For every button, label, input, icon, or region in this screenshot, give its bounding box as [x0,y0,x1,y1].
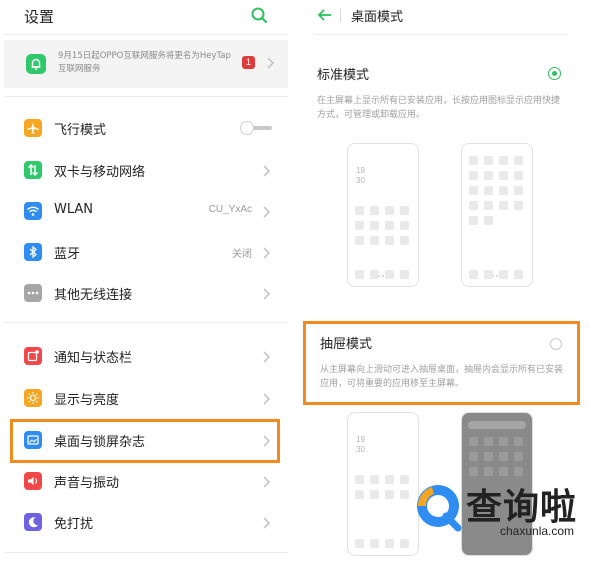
standard-preview-apps [461,143,533,287]
bluetooth-icon [24,243,42,261]
chevron-right-icon [262,245,272,264]
bell-icon [26,54,46,74]
drawer-preview-home: 19 30 [347,412,419,556]
wifi-icon [24,202,42,220]
watermark-url: chaxunla.com [500,524,575,538]
dual-sim-icon [24,161,42,179]
drawer-search-bar [468,421,526,429]
section-divider [4,96,288,97]
drawer-mode-radio[interactable] [550,338,562,350]
chevron-right-icon [266,55,276,74]
settings-panel: 设置 9月15日起OPPO互联网服务将更名为HeyTap互联网服务 1 飞行模式 [0,0,292,566]
setting-item-sound[interactable]: 声音与振动 [4,461,288,501]
airplane-mode-toggle[interactable] [240,121,272,135]
do-not-disturb-icon [24,513,42,531]
airplane-icon [24,119,42,137]
standard-mode-description: 在主屏幕上显示所有已安装应用，长按应用图标显示应用快捷方式，可管理或卸载应用。 [317,96,561,120]
setting-item-dual-sim[interactable]: 双卡与移动网络 [4,150,288,190]
preview-clock: 19 30 [356,435,365,454]
watermark: 查询啦 chaxunla.com [412,474,584,544]
setting-item-label: 显示与亮度 [54,393,120,408]
setting-item-display[interactable]: 显示与亮度 [4,378,288,418]
chevron-right-icon [262,515,272,534]
service-notice[interactable]: 9月15日起OPPO互联网服务将更名为HeyTap互联网服务 1 [4,40,288,88]
sound-icon [24,472,42,490]
bluetooth-status: 关闭 [232,249,252,260]
dock-icons [355,539,409,548]
dock-icons [355,270,409,279]
wlan-network-name: CU_YxAc [208,204,252,215]
unread-badge: 1 [242,56,255,69]
chevron-right-icon [262,391,272,410]
standard-mode-radio[interactable] [548,67,561,80]
chevron-right-icon [262,163,272,182]
chevron-right-icon [262,204,272,223]
setting-item-bluetooth[interactable]: 蓝牙 关闭 [4,232,288,272]
header-separator [340,8,341,22]
more-connections-icon [24,284,42,302]
header-divider [4,34,288,35]
setting-item-label: 其他无线连接 [54,288,133,303]
setting-item-label: 通知与状态栏 [54,351,133,366]
chevron-right-icon [262,474,272,493]
page-title: 桌面模式 [351,10,404,25]
preview-clock: 19 30 [356,166,365,185]
drawer-mode-description: 从主屏幕向上滑动可进入抽屉桌面，抽屉内会显示所有已安装应用，可将重要的应用移至主… [320,365,564,389]
notice-text: 9月15日起OPPO互联网服务将更名为HeyTap互联网服务 [58,51,231,74]
app-icon-grid [355,206,409,245]
app-icon-grid [469,437,523,476]
notification-icon [24,347,42,365]
setting-item-do-not-disturb[interactable]: 免打扰 [4,502,288,542]
setting-item-label: 声音与振动 [54,476,120,491]
chevron-right-icon [262,286,272,305]
drawer-mode-label[interactable]: 抽屉模式 [320,333,372,352]
chevron-right-icon [262,349,272,368]
setting-item-wlan[interactable]: WLAN CU_YxAc [4,191,288,231]
setting-item-label: WLAN [54,202,94,217]
section-divider [4,322,288,323]
dock-icons [469,270,523,279]
app-icon-grid [469,156,523,225]
setting-item-label: 蓝牙 [54,247,81,262]
header-divider [315,34,567,35]
standard-mode-label[interactable]: 标准模式 [317,64,369,83]
search-icon[interactable] [248,4,270,26]
back-arrow-icon[interactable] [317,6,333,24]
highlight-desktop-item [10,419,280,463]
brightness-icon [24,389,42,407]
setting-item-other-connections[interactable]: 其他无线连接 [4,273,288,313]
drawer-mode-option[interactable]: 抽屉模式 从主屏幕向上滑动可进入抽屉桌面，抽屉内会显示所有已安装应用，可将重要的… [303,321,580,405]
watermark-logo [412,480,468,536]
setting-item-notifications[interactable]: 通知与状态栏 [4,336,288,376]
page-indicator [492,262,502,277]
section-divider [4,552,288,553]
app-icon-grid [355,475,409,499]
page-indicator [378,262,388,277]
setting-item-label: 双卡与移动网络 [54,165,146,180]
setting-item-label: 免打扰 [54,517,94,532]
watermark-text: 查询啦 [466,487,578,528]
page-title: 设置 [24,8,55,26]
standard-preview-home: 19 30 [347,143,419,287]
setting-item-airplane-mode[interactable]: 飞行模式 [4,108,288,148]
setting-item-label: 飞行模式 [54,123,107,138]
